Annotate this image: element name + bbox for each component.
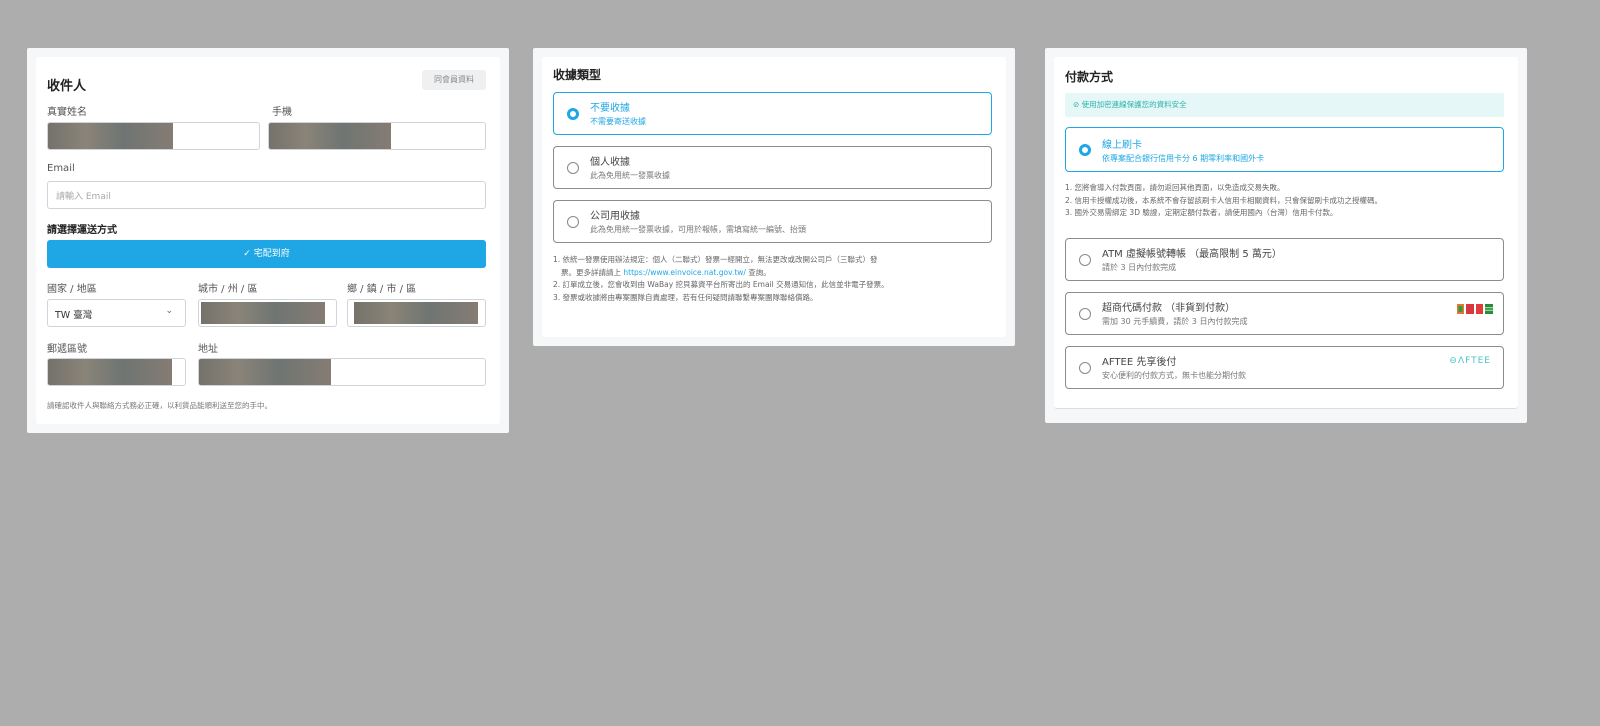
aftee-logo-icon: ⊖ΛFTEE — [1449, 356, 1491, 366]
chevron-down-icon: ⌄ — [165, 306, 173, 316]
receipt-option-company[interactable]: 公司用收據 此為免用統一發票收據，可用於報帳，需填寫統一編號、抬頭 — [553, 200, 992, 243]
redacted-name — [48, 123, 173, 149]
payment-option-subtitle: 請於 3 日內付款完成 — [1102, 263, 1177, 272]
payment-card: 付款方式 ⊘ 使用加密連線保護您的資料安全 線上刷卡 依專案配合銀行信用卡分 6… — [1054, 57, 1518, 409]
receipt-option-title: 公司用收據 — [590, 211, 640, 222]
receipt-note-1c: 查詢。 — [745, 267, 771, 277]
redacted-city — [201, 302, 325, 324]
radio-icon — [1079, 308, 1091, 320]
card-note-3: 3. 國外交易需綁定 3D 驗證，定期定額付款者，請使用國內（台灣）信用卡付款。 — [1065, 208, 1338, 217]
receipt-note-1: 1. 依統一發票使用辦法規定：個人（二聯式）發票一經開立，無法更改或改開公司戶（… — [553, 254, 998, 267]
redacted-address — [199, 359, 331, 385]
receipt-option-subtitle: 此為免用統一發票收據，可用於報帳，需填寫統一編號、抬頭 — [590, 225, 806, 234]
payment-option-subtitle: 安心便利的付款方式，無卡也能分期付款 — [1102, 371, 1246, 380]
address-input[interactable] — [198, 358, 486, 386]
city-label: 城市 / 州 / 區 — [198, 284, 258, 295]
payment-option-subtitle: 依專案配合銀行信用卡分 6 期零利率和國外卡 — [1102, 154, 1265, 163]
payment-option-card[interactable]: 線上刷卡 依專案配合銀行信用卡分 6 期零利率和國外卡 — [1065, 127, 1504, 172]
payment-option-title: 超商代碼付款 （非貨到付款） — [1102, 303, 1236, 314]
home-delivery-button[interactable]: ✓ 宅配到府 — [47, 240, 486, 268]
district-label: 鄉 / 鎮 / 市 / 區 — [347, 284, 417, 295]
card-note-2: 2. 信用卡授權成功後，本系統不會存留該刷卡人信用卡相關資料，只會保留刷卡成功之… — [1065, 195, 1383, 205]
country-select[interactable]: TW 臺灣 ⌄ — [47, 299, 186, 327]
name-input[interactable] — [47, 122, 260, 150]
radio-selected-icon — [567, 108, 579, 120]
payment-option-title: AFTEE 先享後付 — [1102, 357, 1177, 368]
zip-input[interactable] — [47, 358, 186, 386]
country-value: TW 臺灣 — [55, 310, 93, 321]
city-input[interactable] — [198, 299, 337, 327]
payment-option-subtitle: 需加 30 元手續費，請於 3 日內付款完成 — [1102, 317, 1248, 326]
convenience-store-logos-icon — [1457, 299, 1493, 314]
radio-icon — [567, 162, 579, 174]
zip-label: 郵遞區號 — [47, 344, 87, 355]
security-notice: ⊘ 使用加密連線保護您的資料安全 — [1065, 93, 1504, 117]
redacted-phone — [269, 123, 391, 149]
receipt-notes: 1. 依統一發票使用辦法規定：個人（二聯式）發票一經開立，無法更改或改開公司戶（… — [553, 254, 998, 304]
receipt-option-title: 個人收據 — [590, 157, 630, 168]
district-input[interactable] — [347, 299, 486, 327]
payment-option-aftee[interactable]: AFTEE 先享後付 安心便利的付款方式，無卡也能分期付款 ⊖ΛFTEE — [1065, 346, 1504, 389]
einvoice-link[interactable]: https://www.einvoice.nat.gov.tw/ — [623, 268, 746, 277]
payment-panel: 付款方式 ⊘ 使用加密連線保護您的資料安全 線上刷卡 依專案配合銀行信用卡分 6… — [1045, 48, 1527, 423]
receipt-title: 收據類型 — [553, 68, 602, 82]
receipt-card: 收據類型 不要收據 不需要寄送收據 個人收據 此為免用統一發票收據 公司用收據 … — [542, 57, 1006, 337]
phone-label: 手機 — [272, 107, 292, 118]
receipt-option-title: 不要收據 — [590, 103, 630, 114]
redacted-district — [354, 302, 478, 324]
same-as-member-button[interactable]: 同會員資料 — [422, 70, 486, 90]
receipt-option-personal[interactable]: 個人收據 此為免用統一發票收據 — [553, 146, 992, 189]
recipient-footnote: 請確認收件人與聯絡方式務必正確，以利貨品能順利送至您的手中。 — [47, 401, 272, 410]
payment-title: 付款方式 — [1065, 70, 1114, 84]
receipt-note-2: 2. 訂單成立後，您會收到由 WaBay 挖貝募資平台所寄出的 Email 交易… — [553, 280, 889, 289]
radio-selected-icon — [1079, 144, 1091, 156]
receipt-option-subtitle: 不需要寄送收據 — [590, 117, 646, 126]
country-label: 國家 / 地區 — [47, 284, 97, 295]
payment-option-cvs[interactable]: 超商代碼付款 （非貨到付款） 需加 30 元手續費，請於 3 日內付款完成 — [1065, 292, 1504, 335]
recipient-title: 收件人 — [47, 79, 87, 94]
recipient-card: 收件人 同會員資料 真實姓名 手機 Email 請輸入 Email 請選擇運送方… — [36, 57, 500, 424]
card-notes: 1. 您將會導入付款頁面，請勿返回其他頁面，以免造成交易失敗。 2. 信用卡授權… — [1065, 182, 1510, 220]
receipt-note-1a: 1. 依統一發票使用辦法規定：個人（二聯式）發票一經開立，無法更改或改開公司戶（… — [553, 255, 878, 264]
email-label: Email — [47, 163, 75, 174]
payment-option-atm[interactable]: ATM 虛擬帳號轉帳 （最高限制 5 萬元） 請於 3 日內付款完成 — [1065, 238, 1504, 281]
receipt-note-3: 3. 發票或收據將由專案團隊自責處理，若有任何疑問請聯繫專案團隊聯絡償路。 — [553, 292, 818, 302]
email-placeholder: 請輸入 Email — [56, 192, 111, 202]
receipt-option-subtitle: 此為免用統一發票收據 — [590, 171, 670, 180]
address-label: 地址 — [198, 344, 218, 355]
receipt-option-none[interactable]: 不要收據 不需要寄送收據 — [553, 92, 992, 135]
radio-icon — [567, 216, 579, 228]
redacted-zip — [48, 359, 172, 385]
radio-icon — [1079, 254, 1091, 266]
phone-input[interactable] — [268, 122, 486, 150]
delivery-label: 請選擇運送方式 — [47, 225, 117, 236]
name-label: 真實姓名 — [47, 107, 87, 118]
card-note-1: 1. 您將會導入付款頁面，請勿返回其他頁面，以免造成交易失敗。 — [1065, 183, 1285, 192]
payment-option-title: ATM 虛擬帳號轉帳 （最高限制 5 萬元） — [1102, 249, 1282, 260]
payment-option-title: 線上刷卡 — [1102, 140, 1142, 151]
recipient-panel: 收件人 同會員資料 真實姓名 手機 Email 請輸入 Email 請選擇運送方… — [27, 48, 509, 433]
receipt-panel: 收據類型 不要收據 不需要寄送收據 個人收據 此為免用統一發票收據 公司用收據 … — [533, 48, 1015, 346]
receipt-note-1-cont: 票。更多詳請請上 https://www.einvoice.nat.gov.tw… — [553, 267, 998, 280]
email-input[interactable]: 請輸入 Email — [47, 181, 486, 209]
radio-icon — [1079, 362, 1091, 374]
receipt-note-1b: 票。更多詳請請上 — [561, 267, 624, 277]
